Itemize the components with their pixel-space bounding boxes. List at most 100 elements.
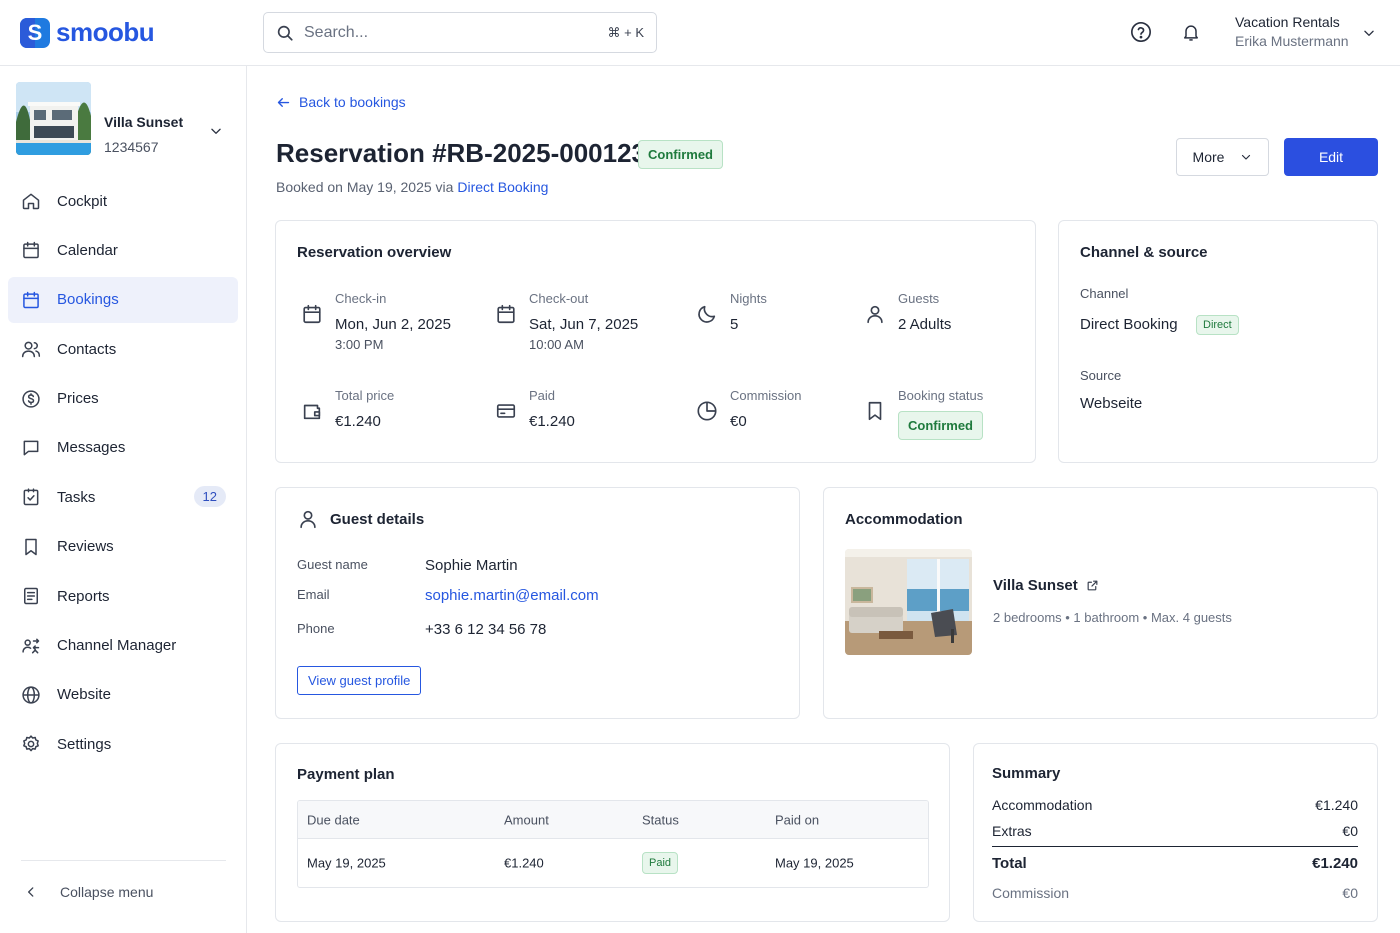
card-title: Summary xyxy=(992,765,1061,782)
search-input[interactable]: Search... ⌘ + K xyxy=(263,12,657,53)
card-title: Guest details xyxy=(330,511,425,528)
sidebar-nav: Cockpit Calendar Bookings Contacts Price… xyxy=(8,178,238,771)
commission-value: €0 xyxy=(730,413,747,430)
report-icon xyxy=(24,587,38,605)
sidebar-item-messages[interactable]: Messages xyxy=(8,425,238,471)
sidebar-item-tasks[interactable]: Tasks 12 xyxy=(8,474,238,520)
channel-value: Direct Booking xyxy=(1080,316,1178,333)
account-menu[interactable]: Vacation Rentals Erika Mustermann xyxy=(1235,14,1349,49)
home-icon xyxy=(22,193,40,210)
summary-commission-label: Commission xyxy=(992,885,1070,901)
pie-chart-icon xyxy=(697,401,717,421)
checkin-item: Check-in Mon, Jun 2, 2025 3:00 PM xyxy=(301,291,451,352)
checkout-label: Check-out xyxy=(529,291,589,306)
sidebar-item-settings[interactable]: Settings xyxy=(8,721,238,767)
paid-on-cell: May 19, 2025 xyxy=(775,855,854,871)
sidebar-item-label: Calendar xyxy=(57,241,118,259)
task-icon xyxy=(23,488,39,506)
top-bar: S smoobu Search... ⌘ + K Vacation Rental… xyxy=(0,0,1400,66)
view-guest-profile-button[interactable]: View guest profile xyxy=(297,666,422,695)
paid-item: Paid €1.240 xyxy=(495,388,575,430)
edit-button[interactable]: Edit xyxy=(1284,138,1378,176)
help-icon[interactable] xyxy=(1130,21,1152,43)
collapse-menu-label: Collapse menu xyxy=(60,884,154,900)
summary-accommodation-row: Accommodation €1.240 xyxy=(992,797,1358,813)
moon-icon xyxy=(698,305,716,323)
column-header-paid-on: Paid on xyxy=(775,812,820,827)
sidebar-item-reports[interactable]: Reports xyxy=(8,573,238,619)
sidebar-item-channel-manager[interactable]: Channel Manager xyxy=(8,623,238,669)
sidebar-item-label: Messages xyxy=(57,439,126,457)
bell-icon[interactable] xyxy=(1181,21,1201,43)
calendar-icon xyxy=(23,291,39,309)
accommodation-name[interactable]: Villa Sunset xyxy=(993,577,1099,594)
sidebar-item-label: Reports xyxy=(57,587,110,605)
guests-label: Guests xyxy=(898,291,940,306)
logo-mark: S xyxy=(20,17,50,48)
guest-details-card: Guest details Guest name Sophie Martin E… xyxy=(275,487,800,719)
summary-total-row: Total €1.240 xyxy=(992,855,1358,872)
guest-email-label: Email xyxy=(297,587,330,602)
sidebar-item-bookings[interactable]: Bookings xyxy=(8,276,238,323)
logo-text: smoobu xyxy=(56,17,155,47)
sidebar-item-prices[interactable]: Prices xyxy=(8,376,238,422)
property-selector[interactable]: Villa Sunset 1234567 xyxy=(16,82,231,156)
column-header-due-date: Due date xyxy=(307,812,360,827)
search-placeholder: Search... xyxy=(304,23,369,41)
dollar-icon xyxy=(22,389,40,408)
nights-item: Nights 5 xyxy=(696,291,767,333)
booking-status-badge: Confirmed xyxy=(898,411,983,440)
sidebar-item-label: Contacts xyxy=(57,340,117,358)
payment-plan-table: Due date Amount Status Paid on May 19, 2… xyxy=(297,800,929,888)
more-button-label: More xyxy=(1192,149,1225,165)
total-price-value: €1.240 xyxy=(335,413,381,430)
channel-icon xyxy=(22,638,40,653)
paid-status-badge: Paid xyxy=(642,852,679,874)
accommodation-name-label: Villa Sunset xyxy=(993,577,1078,594)
smoobu-logo[interactable]: S smoobu xyxy=(20,17,155,48)
sidebar-item-calendar[interactable]: Calendar xyxy=(8,227,238,273)
guests-item: Guests 2 Adults xyxy=(864,291,951,333)
back-to-bookings-link[interactable]: Back to bookings xyxy=(276,94,406,110)
summary-accommodation-label: Accommodation xyxy=(992,797,1093,813)
source-value: Webseite xyxy=(1080,395,1143,412)
guest-email-link[interactable]: sophie.martin@email.com xyxy=(425,587,599,604)
checkin-time: 3:00 PM xyxy=(335,337,384,352)
summary-extras-value: €0 xyxy=(1342,823,1358,839)
payment-plan-card: Payment plan Due date Amount Status Paid… xyxy=(275,743,950,922)
summary-total-label: Total xyxy=(992,855,1027,872)
amount-cell: €1.240 xyxy=(504,855,544,871)
column-header-status: Status xyxy=(642,812,679,827)
card-title: Channel & source xyxy=(1080,244,1208,261)
property-thumbnail xyxy=(16,82,91,155)
sidebar-item-reviews[interactable]: Reviews xyxy=(8,524,238,570)
sidebar-item-label: Tasks xyxy=(57,488,96,506)
sidebar-item-contacts[interactable]: Contacts xyxy=(8,326,238,372)
back-link-label: Back to bookings xyxy=(299,94,406,110)
summary-card: Summary Accommodation €1.240 Extras €0 T… xyxy=(973,743,1378,922)
more-button[interactable]: More xyxy=(1176,138,1269,176)
chevron-left-icon xyxy=(28,887,34,897)
sidebar-item-website[interactable]: Website xyxy=(8,672,238,718)
chevron-down-icon[interactable] xyxy=(1362,26,1376,40)
checkout-item: Check-out Sat, Jun 7, 2025 10:00 AM xyxy=(495,291,638,352)
collapse-menu-button[interactable]: Collapse menu xyxy=(24,884,153,900)
gear-icon xyxy=(23,735,39,752)
chevron-down-icon[interactable] xyxy=(209,124,223,138)
sidebar-item-label: Prices xyxy=(57,390,99,408)
checkin-date: Mon, Jun 2, 2025 xyxy=(335,316,451,333)
calendar-icon xyxy=(23,242,39,259)
status-badge: Confirmed xyxy=(638,140,723,169)
sidebar: Villa Sunset 1234567 Cockpit Calendar Bo… xyxy=(0,66,247,933)
bookmark-icon xyxy=(868,401,882,421)
sidebar-item-cockpit[interactable]: Cockpit xyxy=(8,178,238,224)
guest-name-label: Guest name xyxy=(297,557,368,572)
paid-value: €1.240 xyxy=(529,413,575,430)
booking-channel-link[interactable]: Direct Booking xyxy=(457,179,548,195)
property-name: Villa Sunset xyxy=(104,114,184,130)
sidebar-item-label: Website xyxy=(57,686,111,704)
sidebar-item-label: Reviews xyxy=(57,538,114,556)
summary-total-value: €1.240 xyxy=(1312,855,1358,872)
commission-label: Commission xyxy=(730,388,802,403)
booking-status-item: Booking status Confirmed xyxy=(864,388,983,440)
